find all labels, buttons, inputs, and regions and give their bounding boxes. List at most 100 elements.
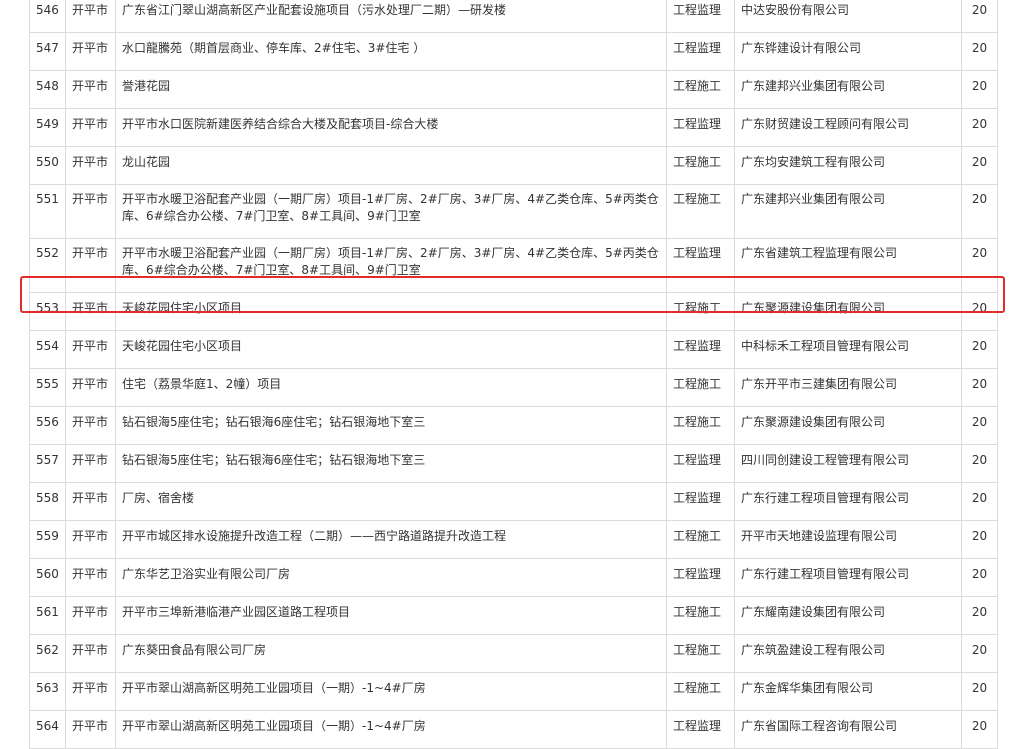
table-row: 562 开平市 广东葵田食品有限公司厂房 工程施工 广东筑盈建设工程有限公司 20	[29, 634, 998, 673]
row-number: 562	[29, 634, 66, 673]
work-type-cell: 工程施工	[666, 634, 735, 673]
city-cell: 开平市	[65, 146, 116, 185]
company-cell: 开平市天地建设监理有限公司	[734, 520, 962, 559]
project-name-cell: 水口龍騰苑（期首层商业、停车库、2#住宅、3#住宅 ）	[115, 32, 667, 71]
city-cell: 开平市	[65, 184, 116, 239]
company-cell: 广东耀南建设集团有限公司	[734, 596, 962, 635]
row-number: 554	[29, 330, 66, 369]
row-number: 548	[29, 70, 66, 109]
city-cell: 开平市	[65, 444, 116, 483]
table-row: 548 开平市 誉港花园 工程施工 广东建邦兴业集团有限公司 20	[29, 70, 998, 109]
project-name-cell: 钻石银海5座住宅；钻石银海6座住宅；钻石银海地下室三	[115, 406, 667, 445]
company-cell: 广东聚源建设集团有限公司	[734, 406, 962, 445]
table-row: 559 开平市 开平市城区排水设施提升改造工程（二期）——西宁路道路提升改造工程 工程…	[29, 520, 998, 559]
company-cell: 广东行建工程项目管理有限公司	[734, 558, 962, 597]
row-number: 558	[29, 482, 66, 521]
project-name-cell: 广东华艺卫浴实业有限公司厂房	[115, 558, 667, 597]
table-row: 550 开平市 龙山花园 工程施工 广东均安建筑工程有限公司 20	[29, 146, 998, 185]
project-name-cell: 钻石银海5座住宅；钻石银海6座住宅；钻石银海地下室三	[115, 444, 667, 483]
row-number: 555	[29, 368, 66, 407]
table-row: 549 开平市 开平市水口医院新建医养结合综合大楼及配套项目-综合大楼 工程监理 广东财…	[29, 108, 998, 147]
table-row: 563 开平市 开平市翠山湖高新区明苑工业园项目（一期）-1~4#厂房 工程施工 广东金…	[29, 672, 998, 711]
table-row: 557 开平市 钻石银海5座住宅；钻石银海6座住宅；钻石银海地下室三 工程监理 四川同创…	[29, 444, 998, 483]
work-type-cell: 工程监理	[666, 108, 735, 147]
city-cell: 开平市	[65, 0, 116, 33]
city-cell: 开平市	[65, 238, 116, 293]
row-number: 556	[29, 406, 66, 445]
row-number: 551	[29, 184, 66, 239]
score-cell: 20	[961, 482, 998, 521]
company-cell: 广东筑盈建设工程有限公司	[734, 634, 962, 673]
company-cell: 中达安股份有限公司	[734, 0, 962, 33]
table-row: 551 开平市 开平市水暖卫浴配套产业园（一期厂房）项目-1#厂房、2#厂房、3#厂…	[29, 184, 998, 239]
project-name-cell: 开平市三埠新港临港产业园区道路工程项目	[115, 596, 667, 635]
work-type-cell: 工程监理	[666, 444, 735, 483]
project-name-cell: 龙山花园	[115, 146, 667, 185]
work-type-cell: 工程监理	[666, 482, 735, 521]
table-row: 555 开平市 住宅（荔景华庭1、2幢）项目 工程施工 广东开平市三建集团有限公司 20	[29, 368, 998, 407]
project-name-cell: 誉港花园	[115, 70, 667, 109]
row-number: 563	[29, 672, 66, 711]
work-type-cell: 工程施工	[666, 672, 735, 711]
score-cell: 20	[961, 596, 998, 635]
table-row: 561 开平市 开平市三埠新港临港产业园区道路工程项目 工程施工 广东耀南建设集团有限公…	[29, 596, 998, 635]
table-row: 547 开平市 水口龍騰苑（期首层商业、停车库、2#住宅、3#住宅 ）工程监理 广东铧…	[29, 32, 998, 71]
work-type-cell: 工程监理	[666, 32, 735, 71]
table-row: 564 开平市 开平市翠山湖高新区明苑工业园项目（一期）-1~4#厂房 工程监理 广东省…	[29, 710, 998, 749]
work-type-cell: 工程监理	[666, 0, 735, 33]
work-type-cell: 工程施工	[666, 184, 735, 239]
table-row: 546 开平市 广东省江门翠山湖高新区产业配套设施项目（污水处理厂二期）—研发楼 工程…	[29, 0, 998, 33]
work-type-cell: 工程监理	[666, 558, 735, 597]
company-cell: 中科标禾工程项目管理有限公司	[734, 330, 962, 369]
project-table: 546 开平市 广东省江门翠山湖高新区产业配套设施项目（污水处理厂二期）—研发楼 工程…	[29, 0, 998, 749]
score-cell: 20	[961, 634, 998, 673]
project-name-cell: 开平市水暖卫浴配套产业园（一期厂房）项目-1#厂房、2#厂房、3#厂房、4#乙类…	[115, 238, 667, 293]
project-name-cell: 厂房、宿舍楼	[115, 482, 667, 521]
city-cell: 开平市	[65, 482, 116, 521]
city-cell: 开平市	[65, 368, 116, 407]
company-cell: 广东建邦兴业集团有限公司	[734, 70, 962, 109]
project-name-cell: 开平市城区排水设施提升改造工程（二期）——西宁路道路提升改造工程	[115, 520, 667, 559]
work-type-cell: 工程施工	[666, 368, 735, 407]
city-cell: 开平市	[65, 558, 116, 597]
city-cell: 开平市	[65, 330, 116, 369]
city-cell: 开平市	[65, 634, 116, 673]
company-cell: 四川同创建设工程管理有限公司	[734, 444, 962, 483]
company-cell: 广东建邦兴业集团有限公司	[734, 184, 962, 239]
project-name-cell: 开平市水口医院新建医养结合综合大楼及配套项目-综合大楼	[115, 108, 667, 147]
score-cell: 20	[961, 108, 998, 147]
company-cell: 广东省建筑工程监理有限公司	[734, 238, 962, 293]
company-cell: 广东铧建设计有限公司	[734, 32, 962, 71]
table-row-highlighted: 554 开平市 天峻花园住宅小区项目 工程监理 中科标禾工程项目管理有限公司 20	[29, 330, 998, 369]
project-name-cell: 住宅（荔景华庭1、2幢）项目	[115, 368, 667, 407]
city-cell: 开平市	[65, 710, 116, 749]
row-number: 552	[29, 238, 66, 293]
table-row: 552 开平市 开平市水暖卫浴配套产业园（一期厂房）项目-1#厂房、2#厂房、3#厂…	[29, 238, 998, 293]
table-row: 553 开平市 天峻花园住宅小区项目 工程施工 广东聚源建设集团有限公司 20	[29, 292, 998, 331]
project-name-cell: 开平市水暖卫浴配套产业园（一期厂房）项目-1#厂房、2#厂房、3#厂房、4#乙类…	[115, 184, 667, 239]
score-cell: 20	[961, 292, 998, 331]
table-row: 560 开平市 广东华艺卫浴实业有限公司厂房 工程监理 广东行建工程项目管理有限公司 20	[29, 558, 998, 597]
table-row: 556 开平市 钻石银海5座住宅；钻石银海6座住宅；钻石银海地下室三 工程施工 广东聚源…	[29, 406, 998, 445]
work-type-cell: 工程施工	[666, 520, 735, 559]
work-type-cell: 工程施工	[666, 146, 735, 185]
work-type-cell: 工程施工	[666, 596, 735, 635]
project-name-cell: 开平市翠山湖高新区明苑工业园项目（一期）-1~4#厂房	[115, 710, 667, 749]
row-number: 561	[29, 596, 66, 635]
score-cell: 20	[961, 32, 998, 71]
project-name-cell: 广东葵田食品有限公司厂房	[115, 634, 667, 673]
row-number: 557	[29, 444, 66, 483]
company-cell: 广东开平市三建集团有限公司	[734, 368, 962, 407]
work-type-cell: 工程施工	[666, 70, 735, 109]
city-cell: 开平市	[65, 596, 116, 635]
row-number: 547	[29, 32, 66, 71]
row-number: 564	[29, 710, 66, 749]
work-type-cell: 工程施工	[666, 406, 735, 445]
city-cell: 开平市	[65, 32, 116, 71]
row-number: 559	[29, 520, 66, 559]
score-cell: 20	[961, 368, 998, 407]
city-cell: 开平市	[65, 108, 116, 147]
score-cell: 20	[961, 672, 998, 711]
city-cell: 开平市	[65, 292, 116, 331]
score-cell: 20	[961, 558, 998, 597]
